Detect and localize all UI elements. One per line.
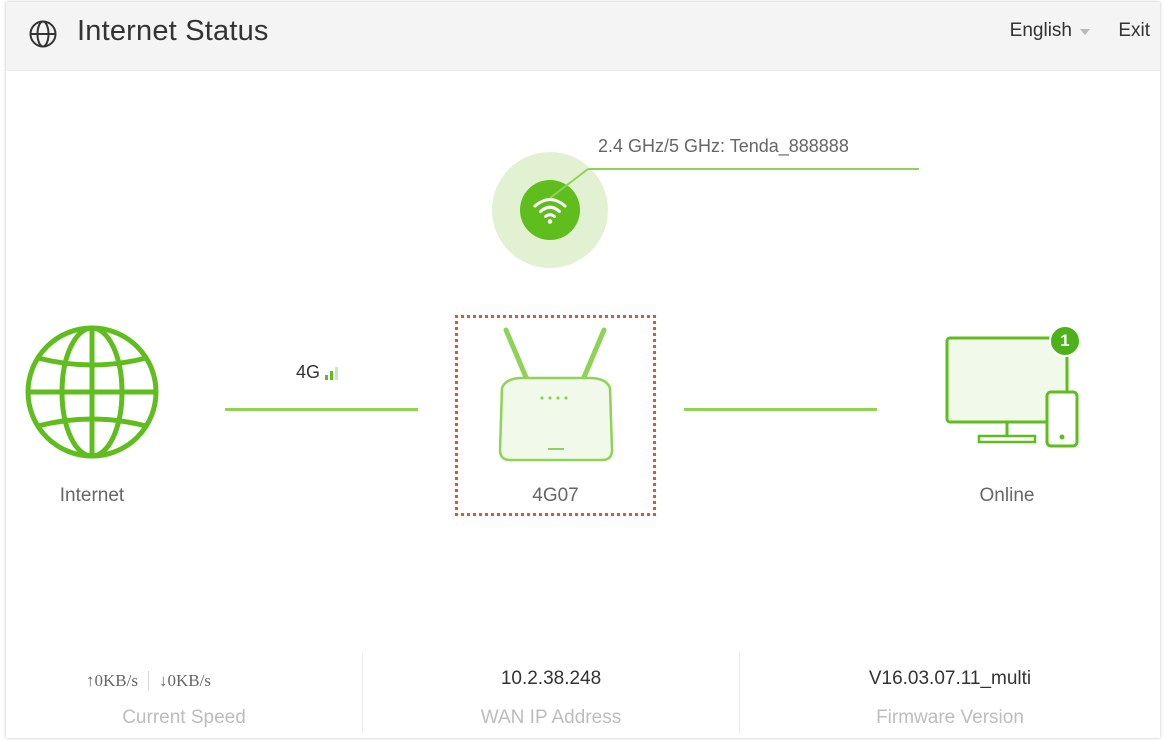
signal-icon bbox=[325, 366, 339, 380]
page-header: Internet Status English Exit bbox=[6, 2, 1160, 71]
speed-label: Current Speed bbox=[122, 707, 246, 728]
signal-bar bbox=[325, 375, 329, 380]
connection-type-label: 4G bbox=[296, 362, 321, 382]
client-link-line bbox=[684, 408, 877, 411]
router-icon[interactable] bbox=[492, 322, 620, 462]
globe-icon[interactable] bbox=[24, 324, 160, 460]
upload-speed: 0KB/s bbox=[94, 671, 138, 690]
internet-link-line bbox=[225, 408, 418, 411]
exit-link[interactable]: Exit bbox=[1118, 20, 1150, 42]
language-label: English bbox=[1009, 20, 1072, 41]
firmware-value: V16.03.07.11_multi bbox=[868, 668, 1032, 689]
speed-separator bbox=[147, 671, 149, 691]
download-arrow-icon: ↓ bbox=[158, 671, 168, 690]
online-count-badge[interactable]: 1 bbox=[1049, 325, 1081, 357]
page-title: Internet Status bbox=[77, 15, 269, 47]
wan-ip-label: WAN IP Address bbox=[480, 707, 622, 728]
wifi-ssid[interactable]: 2.4 GHz/5 GHz: Tenda_888888 bbox=[598, 136, 849, 157]
language-select[interactable]: English bbox=[1010, 20, 1090, 42]
ssid-connector bbox=[549, 168, 919, 199]
internet-label: Internet bbox=[59, 485, 125, 506]
online-label: Online bbox=[979, 485, 1035, 506]
wan-ip-value: 10.2.38.248 bbox=[500, 668, 602, 689]
router-name: 4G07 bbox=[532, 485, 579, 506]
globe-icon bbox=[29, 20, 57, 48]
speed-values: ↑ 0KB/s ↓ 0KB/s bbox=[86, 671, 211, 691]
caret-down-icon bbox=[1080, 29, 1090, 35]
signal-bar bbox=[335, 367, 339, 380]
signal-bar bbox=[330, 371, 334, 380]
connection-type: 4G bbox=[296, 362, 339, 383]
wan-ip-panel: 10.2.38.248 WAN IP Address bbox=[363, 642, 739, 738]
upload-arrow-icon: ↑ bbox=[86, 671, 95, 690]
router-status-page: Internet Status English Exit 2.4 GHz/5 G… bbox=[6, 2, 1160, 738]
download-speed: 0KB/s bbox=[167, 671, 211, 690]
current-speed-panel: ↑ 0KB/s ↓ 0KB/s Current Speed bbox=[6, 642, 362, 738]
firmware-label: Firmware Version bbox=[876, 707, 1024, 728]
firmware-panel: V16.03.07.11_multi Firmware Version bbox=[740, 642, 1160, 738]
stats-bar: ↑ 0KB/s ↓ 0KB/s Current Speed 10.2.38.24… bbox=[6, 642, 1160, 738]
